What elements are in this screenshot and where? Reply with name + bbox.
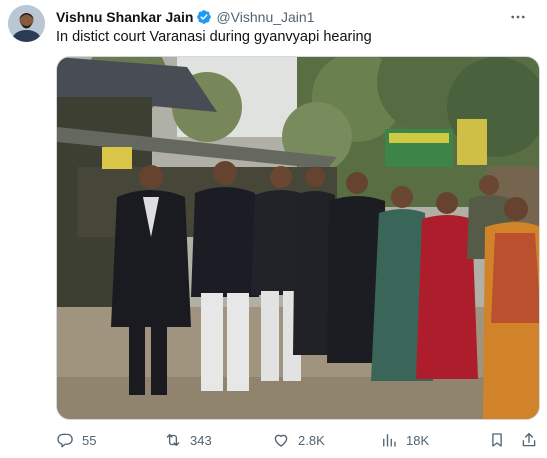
like-button[interactable]: 2.8K (272, 428, 325, 452)
author-avatar[interactable] (8, 5, 45, 42)
verified-icon[interactable] (196, 9, 212, 25)
views-button[interactable]: 18K (380, 428, 429, 452)
reply-icon (57, 433, 73, 448)
tweet-text: In distict court Varanasi during gyanvya… (56, 29, 372, 45)
repost-icon (166, 434, 180, 446)
bookmark-icon (492, 433, 502, 447)
repost-count: 343 (190, 432, 212, 448)
reply-button[interactable]: 55 (56, 428, 96, 452)
more-icon[interactable] (507, 7, 529, 27)
share-button[interactable] (518, 428, 540, 452)
views-icon (383, 434, 396, 447)
author-handle[interactable]: @Vishnu_Jain1 (216, 9, 314, 25)
tweet-actions: 55 343 2.8K 18K (56, 428, 540, 452)
like-count: 2.8K (298, 432, 325, 448)
views-count: 18K (406, 432, 430, 448)
repost-button[interactable]: 343 (164, 428, 212, 452)
reply-count: 55 (82, 432, 97, 448)
bookmark-button[interactable] (486, 428, 508, 452)
tweet-header: Vishnu Shankar Jain @Vishnu_Jain1 (56, 7, 535, 27)
tweet-photo[interactable] (56, 56, 540, 420)
share-icon (522, 432, 536, 447)
author-name[interactable]: Vishnu Shankar Jain (56, 9, 193, 25)
like-icon (274, 434, 288, 447)
